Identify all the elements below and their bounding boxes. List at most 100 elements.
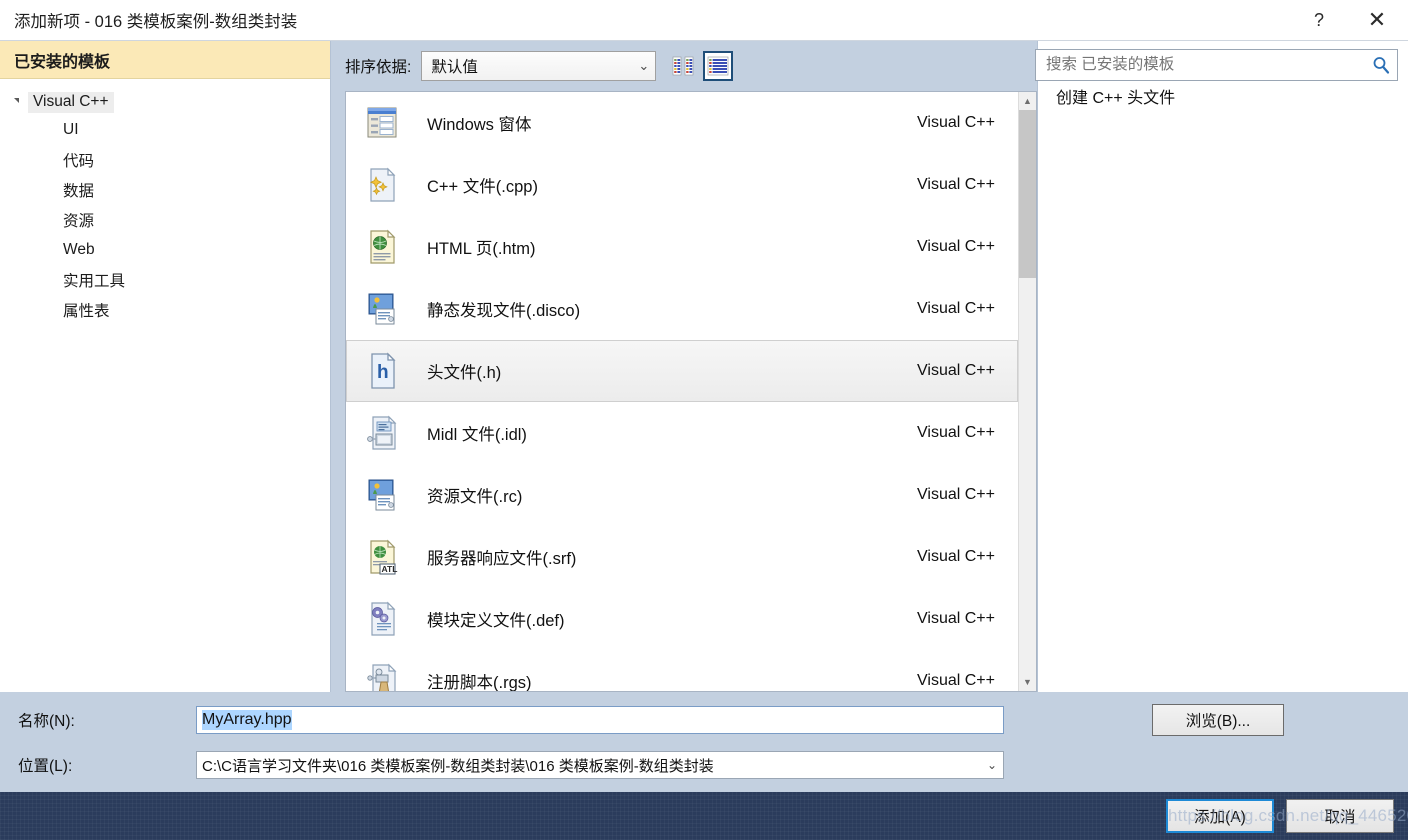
- template-row-resource-file[interactable]: 资源文件(.rc) Visual C++: [346, 464, 1018, 526]
- template-list-scrollbar[interactable]: ▲ ▼: [1018, 92, 1036, 691]
- chevron-down-icon: ⌄: [986, 758, 997, 772]
- tree-item-property-sheet[interactable]: 属性表: [0, 295, 330, 325]
- location-label: 位置(L):: [18, 758, 73, 775]
- tree-item-code[interactable]: 代码: [0, 145, 330, 175]
- location-field-row: 位置(L): C:\C语言学习文件夹\016 类模板案例-数组类封装\016 类…: [0, 747, 1408, 783]
- sort-by-value: 默认值: [431, 59, 478, 76]
- template-language: Visual C++: [917, 238, 995, 255]
- template-name: Windows 窗体: [427, 116, 532, 134]
- name-and-location-fields: 名称(N): MyArray.hpp 位置(L): C:\C语言学习文件夹\01…: [0, 692, 1408, 792]
- tree-item-label: UI: [63, 121, 79, 138]
- dialog-footer: https://blog.csdn.net/qq_44652077 添加(A) …: [0, 792, 1408, 840]
- name-input-value: MyArray.hpp: [202, 710, 292, 730]
- installed-templates-header: 已安装的模板: [0, 41, 330, 79]
- search-input[interactable]: [1044, 55, 1371, 75]
- tree-item-label: Visual C++: [28, 91, 114, 113]
- template-language: Visual C++: [917, 672, 995, 689]
- small-icons-icon: [672, 56, 694, 76]
- tree-item-label: 数据: [63, 183, 95, 200]
- template-list-rows: Windows 窗体 Visual C++ C++ 文件(.cpp) Visua…: [346, 92, 1018, 691]
- add-button[interactable]: 添加(A): [1166, 799, 1274, 833]
- template-language: Visual C++: [917, 114, 995, 131]
- header-file-icon: h: [359, 349, 405, 393]
- template-name: 静态发现文件(.disco): [427, 302, 581, 320]
- template-name: 注册脚本(.rgs): [427, 674, 532, 691]
- detail-description: 创建 C++ 头文件: [1056, 90, 1176, 107]
- scroll-up-icon[interactable]: ▲: [1019, 92, 1036, 110]
- tree-item-label: 实用工具: [63, 273, 126, 290]
- template-row-html-page[interactable]: HTML 页(.htm) Visual C++: [346, 216, 1018, 278]
- dialog-body: 已安装的模板 Visual C++ UI 代码 数据 资源 Web 实用工具 属…: [0, 40, 1408, 692]
- tree-item-label: 资源: [63, 213, 95, 230]
- chevron-down-icon[interactable]: [14, 98, 19, 108]
- cancel-button[interactable]: 取消: [1286, 799, 1394, 833]
- template-row-midl-file[interactable]: Midl 文件(.idl) Visual C++: [346, 402, 1018, 464]
- details-view-button[interactable]: [703, 51, 734, 81]
- tree-item-resource[interactable]: 资源: [0, 205, 330, 235]
- scroll-down-icon[interactable]: ▼: [1019, 673, 1036, 691]
- location-value: C:\C语言学习文件夹\016 类模板案例-数组类封装\016 类模板案例-数组…: [202, 757, 714, 775]
- tree-item-label: 属性表: [63, 303, 110, 320]
- view-mode-toggles: [668, 51, 734, 81]
- template-name: HTML 页(.htm): [427, 240, 536, 258]
- def-file-icon: [359, 597, 405, 641]
- srf-file-icon: ATL: [359, 535, 405, 579]
- template-language: Visual C++: [917, 548, 995, 565]
- page-title: 添加新项 - 016 类模板案例-数组类封装: [14, 13, 298, 31]
- name-label: 名称(N):: [18, 713, 75, 730]
- template-language: Visual C++: [917, 424, 995, 441]
- template-name: 头文件(.h): [427, 364, 502, 382]
- cpp-file-icon: [359, 163, 405, 207]
- template-list-panel: 排序依据: 默认值 ⌄ Windows 窗体 Visual C++ C++ 文件…: [331, 41, 1037, 692]
- template-language: Visual C++: [917, 362, 995, 379]
- sort-by-select[interactable]: 默认值 ⌄: [421, 51, 657, 81]
- html-page-icon: [359, 225, 405, 269]
- tree-item-label: 代码: [63, 153, 95, 170]
- template-row-rgs-file[interactable]: 注册脚本(.rgs) Visual C++: [346, 650, 1018, 691]
- title-bar: 添加新项 - 016 类模板案例-数组类封装 ? ✕: [0, 0, 1408, 40]
- name-input[interactable]: MyArray.hpp: [196, 706, 1004, 734]
- template-row-windows-form[interactable]: Windows 窗体 Visual C++: [346, 92, 1018, 154]
- resource-file-icon: [359, 473, 405, 517]
- template-name: Midl 文件(.idl): [427, 426, 527, 444]
- template-row-srf-file[interactable]: ATL 服务器响应文件(.srf) Visual C++: [346, 526, 1018, 588]
- installed-templates-panel: 已安装的模板 Visual C++ UI 代码 数据 资源 Web 实用工具 属…: [0, 41, 331, 692]
- search-icon[interactable]: [1371, 55, 1391, 75]
- template-row-disco-file[interactable]: 静态发现文件(.disco) Visual C++: [346, 278, 1018, 340]
- template-row-header-file[interactable]: h 头文件(.h) Visual C++: [346, 340, 1018, 402]
- scrollbar-track[interactable]: [1019, 110, 1036, 673]
- template-language: Visual C++: [917, 610, 995, 627]
- midl-file-icon: [359, 411, 405, 455]
- location-combobox[interactable]: C:\C语言学习文件夹\016 类模板案例-数组类封装\016 类模板案例-数组…: [196, 751, 1004, 779]
- template-language: Visual C++: [917, 176, 995, 193]
- tree-item-ui[interactable]: UI: [0, 115, 330, 145]
- tree-item-data[interactable]: 数据: [0, 175, 330, 205]
- add-new-item-dialog: 添加新项 - 016 类模板案例-数组类封装 ? ✕ 已安装的模板 Visual…: [0, 0, 1408, 840]
- tree-item-visual-cpp[interactable]: Visual C++: [0, 89, 330, 115]
- search-box[interactable]: [1035, 49, 1398, 81]
- svg-text:ATL: ATL: [382, 564, 398, 574]
- template-row-def-file[interactable]: 模块定义文件(.def) Visual C++: [346, 588, 1018, 650]
- close-icon[interactable]: ✕: [1346, 0, 1408, 40]
- template-row-cpp-file[interactable]: C++ 文件(.cpp) Visual C++: [346, 154, 1018, 216]
- tree-item-label: Web: [63, 241, 95, 258]
- template-list: Windows 窗体 Visual C++ C++ 文件(.cpp) Visua…: [345, 91, 1037, 692]
- small-icons-view-button[interactable]: [668, 51, 698, 81]
- tree-item-web[interactable]: Web: [0, 235, 330, 265]
- template-language: Visual C++: [917, 486, 995, 503]
- chevron-down-icon: ⌄: [638, 58, 650, 73]
- title-bar-buttons: ? ✕: [1292, 0, 1408, 40]
- details-view-icon: [707, 56, 729, 76]
- template-list-toolbar: 排序依据: 默认值 ⌄: [331, 41, 1037, 91]
- template-category-tree: Visual C++ UI 代码 数据 资源 Web 实用工具 属性表: [0, 79, 330, 325]
- browse-button[interactable]: 浏览(B)...: [1152, 704, 1284, 736]
- svg-text:h: h: [377, 362, 389, 383]
- sort-by-label: 排序依据:: [345, 59, 412, 76]
- template-name: 服务器响应文件(.srf): [427, 550, 577, 568]
- template-name: C++ 文件(.cpp): [427, 178, 538, 196]
- scrollbar-thumb[interactable]: [1019, 110, 1036, 278]
- windows-form-icon: [359, 101, 405, 145]
- help-icon[interactable]: ?: [1292, 0, 1346, 40]
- tree-item-utility[interactable]: 实用工具: [0, 265, 330, 295]
- template-details-panel: 类型: Visual C++ 创建 C++ 头文件: [1037, 41, 1408, 692]
